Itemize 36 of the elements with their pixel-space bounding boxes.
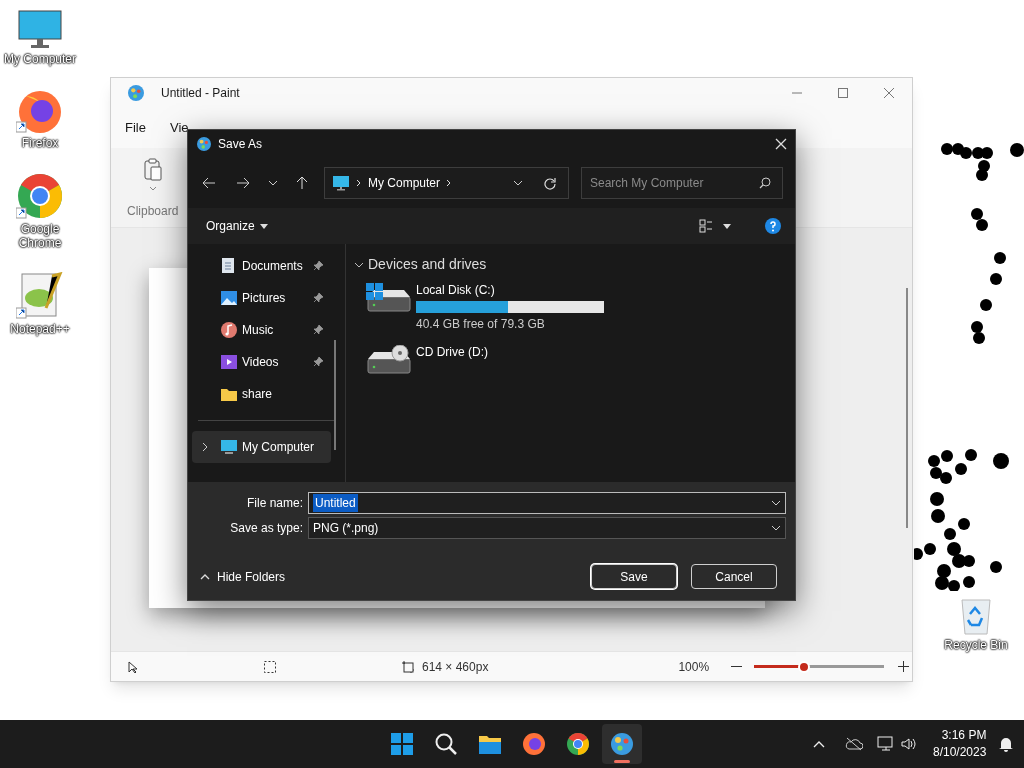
icon-label[interactable]: Recycle Bin (937, 638, 1015, 652)
free-space-text: 40.4 GB free of 79.3 GB (416, 316, 546, 333)
file-name-field[interactable]: Untitled (308, 492, 786, 514)
drive-item[interactable]: Local Disk (C:) 40.4 GB free of 79.3 GB (366, 281, 795, 333)
clock-time[interactable]: 3:16 PM (941, 727, 987, 744)
field-label: Save as type: (229, 520, 304, 537)
cancel-button[interactable]: Cancel (691, 564, 777, 589)
field-label: File name: (245, 495, 304, 512)
nav-item[interactable]: Videos (192, 346, 331, 378)
nav-item[interactable]: Pictures (192, 282, 331, 314)
canvas-size: 614 × 460px (422, 658, 489, 676)
organize-menu[interactable]: Organize (206, 217, 255, 235)
menu-item[interactable]: Vie (169, 118, 189, 138)
window-title: Untitled - Paint (161, 85, 240, 102)
zoom-percent: 100% (678, 658, 710, 676)
address-crumb[interactable]: My Computer (368, 174, 441, 192)
hide-folders-link[interactable]: Hide Folders (217, 567, 286, 586)
clock-date[interactable]: 8/10/2023 (933, 744, 987, 761)
icon-label[interactable]: Google Chrome (1, 222, 79, 250)
type-dropdown[interactable]: PNG (*.png) (308, 517, 786, 539)
ribbon-group-label: Clipboard (127, 203, 180, 220)
search-field[interactable]: Search My Computer (581, 167, 783, 199)
nav-item[interactable]: Documents (192, 250, 331, 282)
menu-item[interactable]: File (125, 118, 146, 138)
nav-item[interactable]: Music (192, 314, 331, 346)
icon-label[interactable]: My Computer (1, 52, 79, 66)
section-header: Devices and drives (368, 255, 487, 274)
dialog-title: Save As (218, 136, 263, 153)
nav-item[interactable]: share (192, 378, 331, 410)
save-button[interactable]: Save (591, 564, 677, 589)
nav-item[interactable]: My Computer (192, 431, 331, 463)
drive-item[interactable]: CD Drive (D:) (366, 343, 795, 375)
selected-text: Untitled (313, 494, 358, 512)
icon-label[interactable]: Firefox (1, 136, 79, 150)
address-bar[interactable]: My Computer (324, 167, 569, 199)
icon-label[interactable]: Notepad++ (1, 322, 79, 336)
